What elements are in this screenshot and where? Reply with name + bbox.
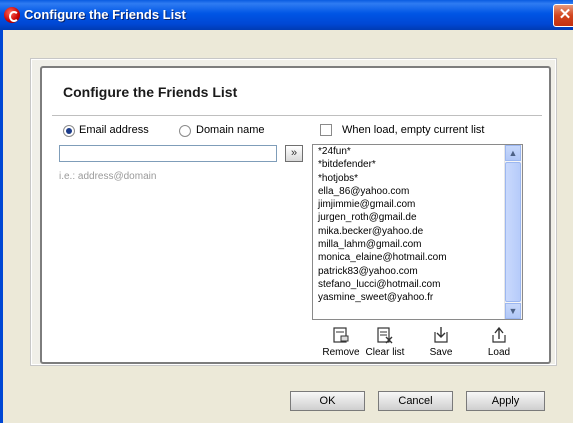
- remove-icon: [333, 327, 349, 343]
- email-address-label: Email address: [79, 124, 149, 136]
- domain-name-radio[interactable]: [179, 125, 191, 137]
- load-label: Load: [487, 347, 511, 358]
- list-item[interactable]: jurgen_roth@gmail.de: [313, 211, 506, 224]
- clear-list-button[interactable]: Clear list: [362, 326, 408, 358]
- heading-divider: [52, 115, 542, 116]
- save-icon: [434, 327, 448, 343]
- load-button[interactable]: Load: [476, 326, 522, 358]
- list-item[interactable]: jimjimmie@gmail.com: [313, 198, 506, 211]
- title-bar: Configure the Friends List ✕: [0, 0, 573, 30]
- cancel-button[interactable]: Cancel: [378, 391, 453, 411]
- list-item[interactable]: milla_lahm@gmail.com: [313, 238, 506, 251]
- empty-list-checkbox[interactable]: [320, 124, 332, 136]
- list-item[interactable]: stefano_lucci@hotmail.com: [313, 278, 506, 291]
- clear-list-label: Clear list: [365, 347, 405, 358]
- list-scrollbar[interactable]: ▲ ▼: [504, 145, 522, 319]
- list-item[interactable]: monica_elaine@hotmail.com: [313, 251, 506, 264]
- save-button[interactable]: Save: [418, 326, 464, 358]
- ok-button[interactable]: OK: [290, 391, 365, 411]
- friends-list-items: *24fun* *bitdefender* *hotjobs* ella_86@yah…: [313, 145, 506, 305]
- app-logo-icon: [4, 7, 20, 23]
- save-label: Save: [429, 347, 453, 358]
- close-button[interactable]: ✕: [553, 4, 573, 27]
- load-icon: [492, 326, 506, 343]
- list-item[interactable]: mika.becker@yahoo.de: [313, 225, 506, 238]
- scroll-thumb[interactable]: [505, 162, 521, 302]
- list-item[interactable]: *hotjobs*: [313, 172, 506, 185]
- list-item[interactable]: patrick83@yahoo.com: [313, 265, 506, 278]
- empty-list-label: When load, empty current list: [342, 124, 485, 136]
- input-hint: i.e.: address@domain: [59, 171, 157, 182]
- email-address-radio[interactable]: [63, 125, 75, 137]
- list-item[interactable]: yasmine_sweet@yahoo.fr: [313, 291, 506, 304]
- remove-label: Remove: [322, 347, 360, 358]
- panel-heading: Configure the Friends List: [63, 84, 238, 100]
- scroll-down-icon[interactable]: ▼: [505, 303, 521, 319]
- friends-list[interactable]: *24fun* *bitdefender* *hotjobs* ella_86@yah…: [312, 144, 523, 320]
- domain-name-label: Domain name: [196, 124, 265, 136]
- list-item[interactable]: *24fun*: [313, 145, 506, 158]
- window-title: Configure the Friends List: [24, 7, 186, 22]
- remove-button[interactable]: Remove: [318, 326, 364, 358]
- add-friend-button[interactable]: »: [285, 145, 303, 162]
- window-frame-left: [0, 30, 3, 423]
- email-input[interactable]: [59, 145, 277, 162]
- list-item[interactable]: ella_86@yahoo.com: [313, 185, 506, 198]
- list-item[interactable]: *bitdefender*: [313, 158, 506, 171]
- clear-list-icon: [377, 327, 393, 344]
- scroll-up-icon[interactable]: ▲: [505, 145, 521, 161]
- apply-button[interactable]: Apply: [466, 391, 545, 411]
